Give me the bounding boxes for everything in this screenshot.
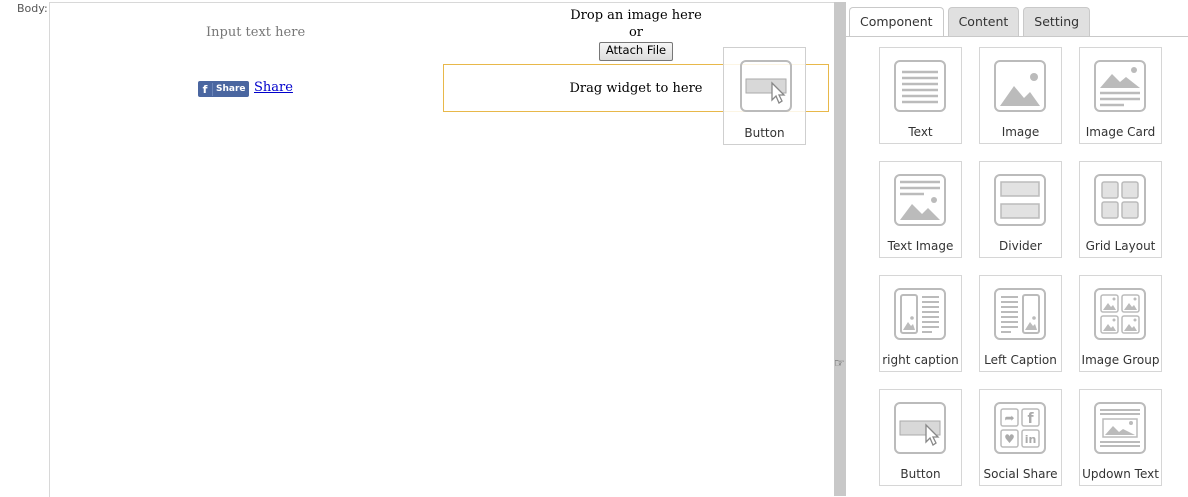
component-label: Updown Text: [1082, 467, 1159, 481]
panel-resize-bar[interactable]: [834, 2, 846, 496]
component-label: Image: [1001, 125, 1040, 139]
component-updown-text[interactable]: Updown Text: [1079, 389, 1162, 486]
component-button[interactable]: Button: [879, 389, 962, 486]
component-label: Text: [908, 125, 933, 139]
image-group-icon: [1094, 288, 1146, 344]
component-text[interactable]: Text: [879, 47, 962, 144]
component-social-share[interactable]: ➦ f ♥ in Social Share: [979, 389, 1062, 486]
social-share-icon: ➦ f ♥ in: [994, 402, 1046, 458]
component-label: Left Caption: [984, 353, 1057, 367]
widget-panel: Component Content Setting Text Image Ima…: [846, 2, 1188, 496]
tab-divider: [846, 36, 1188, 37]
button-icon: [740, 60, 792, 116]
svg-text:f: f: [1027, 411, 1034, 427]
image-drop-or: or: [628, 25, 644, 40]
facebook-icon: f: [198, 82, 213, 96]
canvas-empty-area[interactable]: [50, 137, 834, 496]
component-divider[interactable]: Divider: [979, 161, 1062, 258]
component-label: Social Share: [983, 467, 1058, 481]
component-label: Grid Layout: [1085, 239, 1156, 253]
tab-component[interactable]: Component: [849, 7, 944, 37]
component-label: Button: [900, 467, 941, 481]
drop-zone-text: Drag widget to here: [569, 80, 703, 96]
tab-setting[interactable]: Setting: [1023, 7, 1091, 36]
share-link[interactable]: Share: [254, 80, 293, 95]
text-input-placeholder[interactable]: Input text here: [206, 25, 305, 40]
attach-file-button[interactable]: Attach File: [598, 42, 674, 61]
svg-text:♥: ♥: [1004, 432, 1015, 446]
component-label: Image Group: [1081, 353, 1160, 367]
component-grid-layout[interactable]: Grid Layout: [1079, 161, 1162, 258]
button-icon: [894, 402, 946, 458]
image-card-icon: [1094, 60, 1146, 116]
tab-content[interactable]: Content: [947, 7, 1020, 36]
dragging-button-widget[interactable]: Button: [723, 47, 806, 145]
svg-text:➦: ➦: [1004, 411, 1014, 425]
text-image-icon: [894, 174, 946, 230]
component-text-image[interactable]: Text Image: [879, 161, 962, 258]
right-caption-icon: [894, 288, 946, 344]
image-icon: [994, 60, 1046, 116]
left-caption-icon: [994, 288, 1046, 344]
grid-layout-icon: [1094, 174, 1146, 230]
component-label: Divider: [999, 239, 1042, 253]
divider-icon: [994, 174, 1046, 230]
svg-text:in: in: [1025, 433, 1037, 446]
component-label: right caption: [882, 353, 959, 367]
panel-tabs: Component Content Setting: [849, 7, 1094, 37]
component-image-group[interactable]: Image Group: [1079, 275, 1162, 372]
resize-handle-icon[interactable]: ☞: [834, 356, 845, 370]
dragging-widget-label: Button: [744, 126, 785, 140]
updown-text-icon: [1094, 402, 1146, 458]
component-left-caption[interactable]: Left Caption: [979, 275, 1062, 372]
component-image[interactable]: Image: [979, 47, 1062, 144]
text-icon: [894, 60, 946, 116]
facebook-share-badge-label: Share: [216, 84, 246, 94]
component-image-card[interactable]: Image Card: [1079, 47, 1162, 144]
facebook-share-badge[interactable]: f Share: [198, 81, 249, 97]
component-right-caption[interactable]: right caption: [879, 275, 962, 372]
image-drop-area[interactable]: Drop an image here or Attach File: [560, 7, 712, 61]
component-label: Text Image: [887, 239, 954, 253]
image-drop-line1: Drop an image here: [570, 8, 702, 23]
component-label: Image Card: [1085, 125, 1156, 139]
body-label: Body:: [17, 2, 48, 15]
